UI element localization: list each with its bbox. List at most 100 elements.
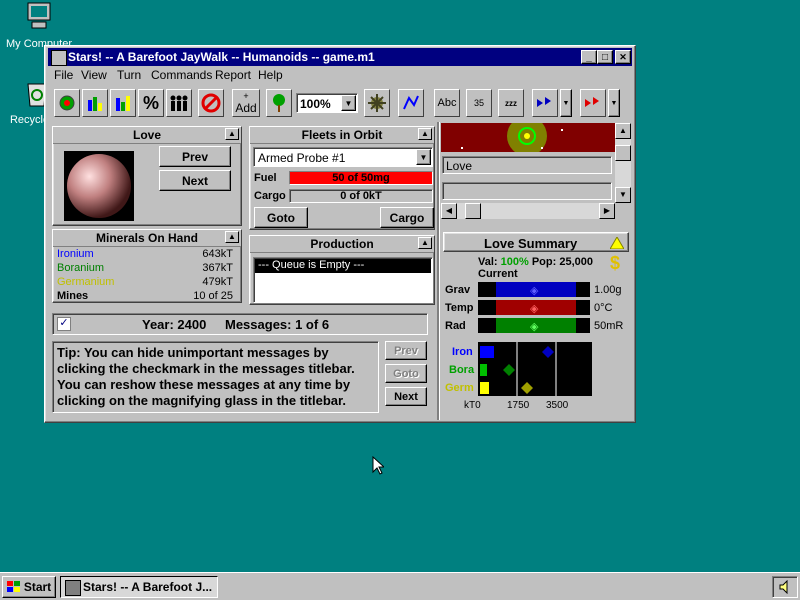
mine-icon bbox=[368, 94, 386, 112]
toolbar-population-button[interactable] bbox=[166, 89, 192, 117]
scanner-hscrollbar[interactable]: ◀ ▶ bbox=[441, 203, 615, 219]
windows-logo-icon bbox=[6, 581, 20, 592]
year-text: Year: 2400 bbox=[142, 317, 207, 332]
fuel-bar: 50 of 50mg bbox=[289, 171, 433, 185]
mineral-chart-label-germ: Germ bbox=[445, 382, 474, 394]
speaker-icon[interactable] bbox=[778, 580, 792, 594]
scanner-map[interactable] bbox=[441, 116, 615, 156]
menu-help[interactable]: Help bbox=[258, 68, 283, 82]
scanner-vscrollbar[interactable]: ▲ ▼ bbox=[615, 123, 631, 203]
toolbar-count-button[interactable]: 35 bbox=[466, 89, 492, 117]
scanner-selected-name: Love bbox=[446, 159, 473, 173]
hab-grav-bar: ◈ bbox=[478, 282, 590, 297]
hab-grav-marker: ◈ bbox=[530, 285, 539, 297]
enemy-filter-dropdown[interactable]: ▼ bbox=[608, 89, 620, 117]
toolbar-concentration-button[interactable] bbox=[110, 89, 136, 117]
pane-divider[interactable] bbox=[437, 122, 440, 420]
scroll-right-icon[interactable]: ▶ bbox=[599, 203, 615, 219]
fuel-label: Fuel bbox=[254, 172, 277, 184]
next-planet-button[interactable]: Next bbox=[159, 170, 231, 191]
bar-graph-icon bbox=[116, 96, 130, 111]
fleets-panel-title: Fleets in Orbit bbox=[250, 127, 434, 144]
dollar-icon[interactable]: $ bbox=[610, 253, 620, 274]
triangle-icon[interactable] bbox=[610, 237, 624, 249]
toolbar-no-info-button[interactable] bbox=[198, 89, 224, 117]
checkmark-icon[interactable]: ✓ bbox=[57, 317, 71, 331]
production-panel-title: Production bbox=[250, 236, 434, 253]
toolbar-surface-button[interactable] bbox=[82, 89, 108, 117]
menu-commands[interactable]: Commands bbox=[151, 68, 212, 82]
maximize-button[interactable]: □ bbox=[597, 50, 613, 64]
mineral-value: 367kT bbox=[202, 262, 233, 274]
percent-icon: % bbox=[142, 92, 159, 113]
taskbar-task-stars[interactable]: Stars! -- A Barefoot J... bbox=[60, 576, 218, 598]
collapse-icon[interactable]: ▲ bbox=[225, 231, 239, 243]
mines-label: Mines bbox=[57, 290, 89, 302]
collapse-icon[interactable]: ▲ bbox=[225, 128, 239, 140]
tree-icon bbox=[273, 94, 285, 112]
start-button[interactable]: Start bbox=[2, 576, 56, 598]
val-label: Val: bbox=[478, 256, 498, 268]
toolbar-waypoint-button[interactable] bbox=[398, 89, 424, 117]
mineral-chart-tick-1750: 1750 bbox=[507, 400, 530, 411]
fleet-cargo-button[interactable]: Cargo bbox=[380, 207, 434, 228]
scanner-info-field bbox=[442, 182, 612, 200]
menu-file[interactable]: File bbox=[54, 68, 73, 82]
scroll-left-icon[interactable]: ◀ bbox=[441, 203, 457, 219]
mouse-cursor-icon bbox=[372, 456, 384, 475]
pop-value: 25,000 bbox=[559, 256, 594, 268]
fuel-value: 50 of 50mg bbox=[332, 172, 390, 184]
close-button[interactable]: ✕ bbox=[615, 50, 631, 64]
count-label: 35 bbox=[473, 98, 484, 108]
zoom-select[interactable]: 100% ▼ bbox=[296, 93, 358, 113]
toolbar-fleet-filter-button[interactable] bbox=[532, 89, 558, 117]
scanner-name-field: Love bbox=[442, 156, 612, 174]
task-label: Stars! -- A Barefoot J... bbox=[83, 580, 213, 594]
menu-report[interactable]: Report bbox=[215, 68, 251, 82]
toolbar-add-button[interactable]: + Add bbox=[232, 89, 260, 117]
menu-turn[interactable]: Turn bbox=[117, 68, 141, 82]
cargo-label: Cargo bbox=[254, 190, 286, 202]
scroll-up-icon[interactable]: ▲ bbox=[615, 123, 631, 139]
toolbar-names-button[interactable]: Abc bbox=[434, 89, 460, 117]
hab-temp-label: Temp bbox=[445, 302, 474, 314]
app-icon bbox=[51, 50, 67, 66]
window-titlebar[interactable]: Stars! -- A Barefoot JayWalk -- Humanoid… bbox=[48, 48, 632, 66]
toolbar-idle-button[interactable]: zzz bbox=[498, 89, 524, 117]
toolbar-plant-button[interactable] bbox=[266, 89, 292, 117]
fleet-goto-button[interactable]: Goto bbox=[254, 207, 308, 228]
minerals-panel-title: Minerals On Hand bbox=[53, 230, 241, 247]
hab-temp-bar: ◈ bbox=[478, 300, 590, 315]
message-next-button[interactable]: Next bbox=[385, 387, 427, 406]
scroll-thumb[interactable] bbox=[465, 203, 481, 219]
chevron-down-icon[interactable]: ▼ bbox=[341, 95, 356, 111]
toolbar-percent-button[interactable]: % bbox=[138, 89, 164, 117]
mines-row: Mines 10 of 25 bbox=[57, 290, 237, 304]
start-label: Start bbox=[23, 580, 52, 594]
message-prev-button[interactable]: Prev bbox=[385, 341, 427, 360]
collapse-icon[interactable]: ▲ bbox=[418, 128, 432, 140]
scroll-thumb[interactable] bbox=[615, 145, 631, 161]
fleet-filter-dropdown[interactable]: ▼ bbox=[560, 89, 572, 117]
abc-label: Abc bbox=[437, 97, 457, 109]
prev-planet-button[interactable]: Prev bbox=[159, 146, 231, 167]
plus-icon: + bbox=[243, 90, 249, 101]
zoom-value: 100% bbox=[300, 97, 331, 111]
collapse-icon[interactable]: ▲ bbox=[418, 237, 432, 249]
minimize-button[interactable]: _ bbox=[581, 50, 597, 64]
computer-icon bbox=[26, 2, 52, 30]
message-text: Tip: You can hide unimportant messages b… bbox=[57, 345, 355, 408]
toolbar-enemy-filter-button[interactable] bbox=[580, 89, 606, 117]
menu-view[interactable]: View bbox=[81, 68, 107, 82]
production-queue[interactable]: --- Queue is Empty --- bbox=[253, 257, 433, 303]
message-goto-button[interactable]: Goto bbox=[385, 364, 427, 383]
hab-grav-value: 1.00g bbox=[594, 284, 622, 296]
queue-empty-item[interactable]: --- Queue is Empty --- bbox=[255, 259, 431, 273]
chevron-down-icon[interactable]: ▼ bbox=[416, 149, 431, 165]
scroll-down-icon[interactable]: ▼ bbox=[615, 187, 631, 203]
mineral-chart-label-iron: Iron bbox=[452, 346, 473, 358]
toolbar-mine-button[interactable] bbox=[364, 89, 390, 117]
fleet-select[interactable]: Armed Probe #1 ▼ bbox=[253, 147, 433, 167]
path-icon bbox=[403, 95, 419, 110]
toolbar-planet-button[interactable] bbox=[54, 89, 80, 117]
